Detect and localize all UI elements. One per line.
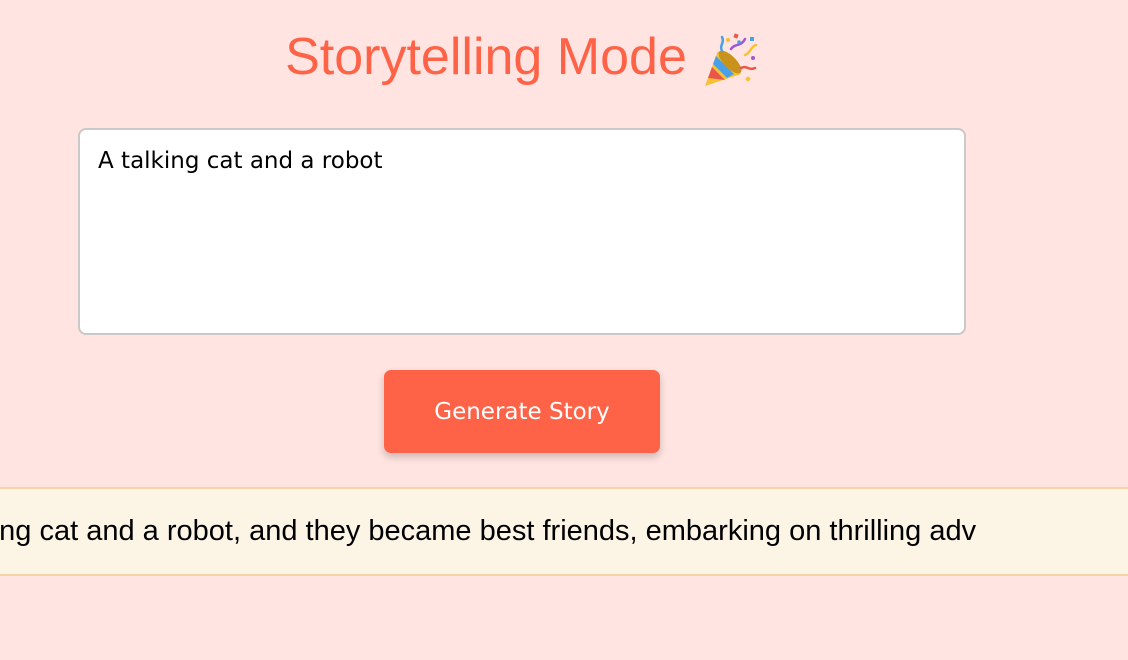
page-title-text: Storytelling Mode <box>285 28 687 86</box>
party-popper-icon <box>701 31 759 89</box>
generate-story-button[interactable]: Generate Story <box>384 370 660 453</box>
story-output: me, A talking cat and a robot, and they … <box>0 487 1128 576</box>
story-prompt-input[interactable]: A talking cat and a robot <box>78 128 966 335</box>
page-title: Storytelling Mode <box>285 24 759 90</box>
story-text: me, A talking cat and a robot, and they … <box>0 515 977 547</box>
header: Storytelling Mode <box>0 24 1044 90</box>
